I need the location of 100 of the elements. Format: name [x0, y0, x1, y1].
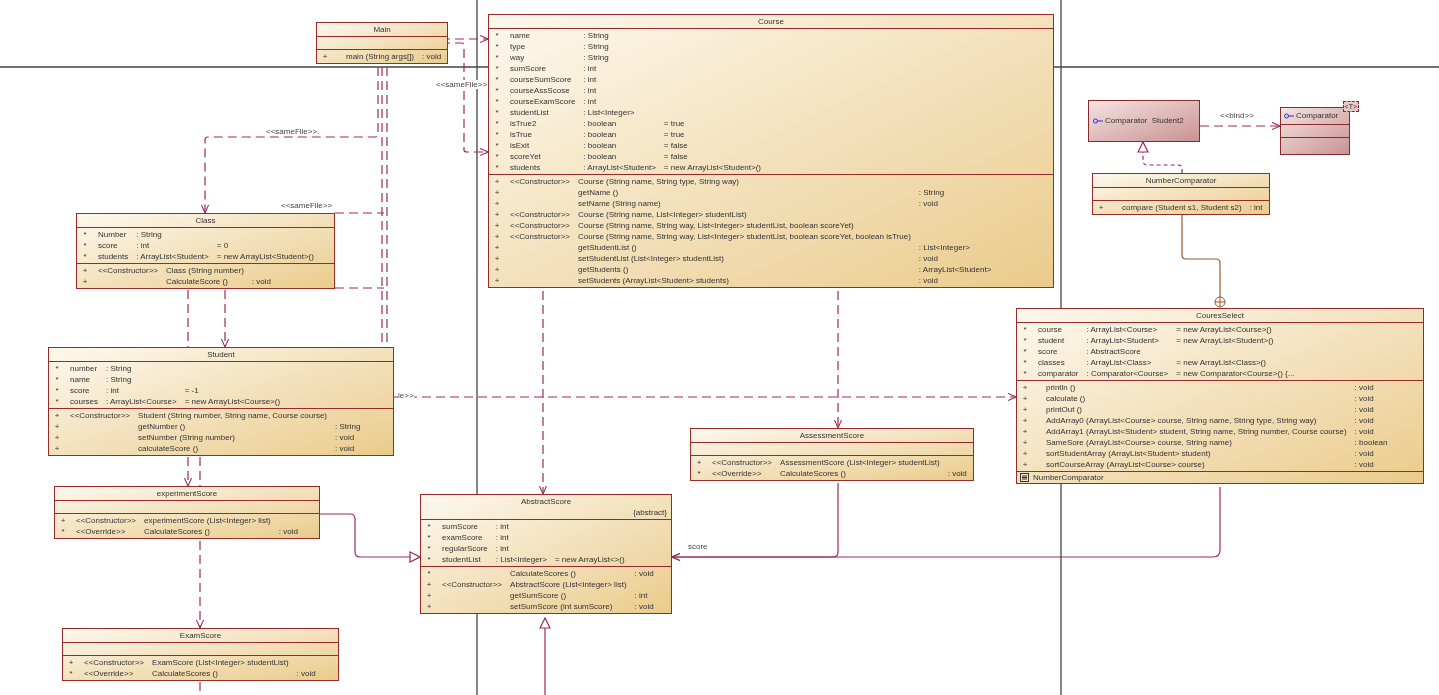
operation-signature: Student (String number, String name, Course course)	[138, 410, 328, 421]
dependency-arrow	[220, 289, 230, 348]
visibility-marker: +	[493, 187, 501, 198]
visibility-marker: *	[494, 151, 500, 162]
return-type: : void	[918, 275, 939, 286]
attribute-name: score	[98, 240, 119, 251]
visibility-marker: *	[82, 240, 88, 251]
attribute-name: studentList	[442, 554, 482, 565]
visibility-marker: *	[494, 52, 500, 63]
attribute-name: sumScore	[442, 521, 479, 532]
operation-signature: CalculateScores ()	[144, 526, 211, 537]
attribute-type: : List<Integer>	[495, 554, 547, 565]
attribute-name: isTrue	[510, 129, 533, 140]
visibility-marker: *	[426, 568, 432, 579]
visibility-marker: +	[1021, 426, 1029, 437]
attribute-type: : String	[583, 30, 610, 41]
visibility-marker: *	[494, 74, 500, 85]
visibility-marker: +	[493, 264, 501, 275]
return-type: : void	[1354, 393, 1375, 404]
operation-signature: sortCourseArray (ArrayList<Course> course)	[1046, 459, 1206, 470]
class-name: Class	[195, 215, 216, 226]
attribute-name: courses	[70, 396, 98, 407]
attribute-name: courseSumScore	[510, 74, 573, 85]
visibility-marker: *	[54, 396, 60, 407]
return-type: : void	[1354, 459, 1375, 470]
visibility-marker: *	[1022, 324, 1028, 335]
stereotype-label: <<Override>>	[76, 526, 127, 537]
operation-signature: getSumScore ()	[510, 590, 568, 601]
attribute-name: name	[70, 374, 91, 385]
default-value: = new ArrayList<Student>()	[216, 251, 315, 262]
stereotype-label: <<Constructor>>	[510, 209, 571, 220]
visibility-marker: +	[425, 601, 433, 612]
attribute-type: : String	[106, 363, 133, 374]
visibility-marker: +	[493, 176, 501, 187]
operation-signature: setStudentList (List<Integer> studentList)	[578, 253, 725, 264]
interface-icon	[1093, 118, 1103, 124]
visibility-marker: *	[426, 521, 432, 532]
visibility-marker: +	[493, 275, 501, 286]
visibility-marker: *	[54, 385, 60, 396]
realization-arrow	[1137, 141, 1183, 174]
visibility-marker: +	[53, 421, 61, 432]
return-type: : void	[1354, 404, 1375, 415]
operation-signature: Class (String number)	[166, 265, 244, 276]
dependency-line	[199, 456, 201, 487]
attribute-type: : ArrayList<Class>	[1086, 357, 1153, 368]
attribute-name: isTrue2	[510, 118, 538, 129]
attribute-name: courseExamScore	[510, 96, 576, 107]
default-value: = new ArrayList<Course>()	[184, 396, 282, 407]
operation-signature: setSumScore (int sumScore)	[510, 601, 614, 612]
connector-label: <<sameFile>>	[436, 80, 488, 89]
visibility-marker: +	[493, 198, 501, 209]
attribute-name: way	[510, 52, 526, 63]
visibility-marker: *	[1022, 368, 1028, 379]
stereotype-label: <<Constructor>>	[510, 220, 571, 231]
visibility-marker: +	[1021, 437, 1029, 448]
visibility-marker: *	[494, 30, 500, 41]
attribute-name: classes	[1038, 357, 1066, 368]
attribute-type: : ArrayList<Course>	[1086, 324, 1159, 335]
operation-signature: getStudents ()	[578, 264, 630, 275]
visibility-marker: +	[493, 209, 501, 220]
attribute-name: type	[510, 41, 527, 52]
default-value: = true	[663, 129, 686, 140]
default-value: = new ArrayList<Student>()	[663, 162, 763, 173]
class-name: AssessmentScore	[799, 430, 865, 441]
attribute-name: students	[98, 251, 129, 262]
visibility-marker: +	[1097, 202, 1105, 213]
visibility-marker: *	[1022, 357, 1028, 368]
operation-signature: setNumber (String number)	[138, 432, 236, 443]
operation-signature: Course (String name, List<Integer> studentList)	[578, 209, 748, 220]
return-type: : boolean	[1354, 437, 1389, 448]
return-type: : void	[1354, 426, 1375, 437]
operation-signature: getStudentList ()	[578, 242, 638, 253]
visibility-marker: *	[1022, 335, 1028, 346]
operation-signature: experimentScore (List<Integer> list)	[144, 515, 271, 526]
visibility-marker: *	[494, 96, 500, 107]
attribute-type: : boolean	[583, 151, 618, 162]
visibility-marker: +	[1021, 459, 1029, 470]
return-type: : void	[422, 51, 442, 62]
attribute-type: : boolean	[583, 140, 618, 151]
attribute-name: studentList	[510, 107, 550, 118]
stereotype-label: <<Constructor>>	[84, 657, 145, 668]
connector-label: le>>	[398, 391, 414, 400]
visibility-marker: *	[494, 129, 500, 140]
attribute-type: : int	[495, 532, 510, 543]
return-type: : void	[634, 568, 655, 579]
connector-label: score	[688, 542, 708, 551]
attribute-name: comparator	[1038, 368, 1079, 379]
class-name: NumberComparator	[1145, 175, 1217, 186]
attribute-name: score	[70, 385, 91, 396]
operation-signature: calculateScore ()	[138, 443, 200, 454]
visibility-marker: +	[59, 515, 67, 526]
dependency-line	[187, 289, 189, 348]
operation-signature: CalculateScores ()	[510, 568, 577, 579]
return-type: : void	[296, 668, 317, 679]
stereotype-label: <<Constructor>>	[98, 265, 159, 276]
default-value: = new Comparator<Course>() {...	[1176, 368, 1296, 379]
interface-name: Comparator	[1296, 110, 1339, 122]
return-type: : void	[947, 468, 967, 479]
default-value: = false	[663, 140, 689, 151]
list-icon	[1020, 473, 1029, 482]
